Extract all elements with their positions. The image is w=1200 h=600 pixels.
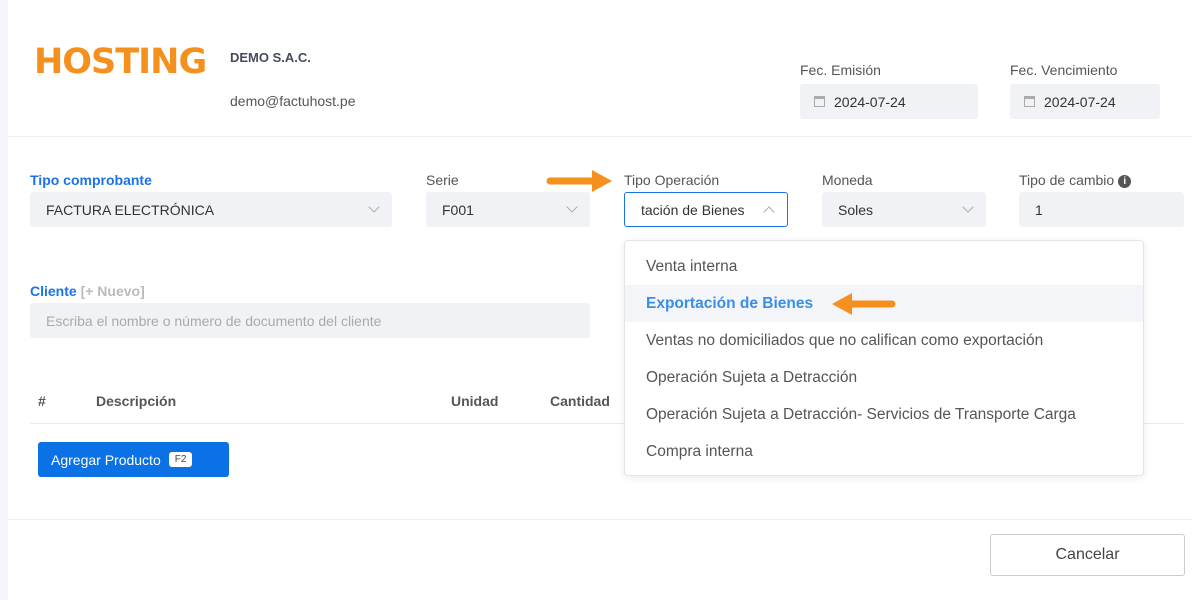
tipo-cambio-label: Tipo de cambio	[1019, 172, 1115, 188]
cliente-search-input[interactable]	[30, 303, 590, 338]
cliente-label-group: Cliente [+ Nuevo]	[30, 283, 145, 299]
tipo-comprobante-value: FACTURA ELECTRÓNICA	[46, 201, 215, 218]
column-header-unidad: Unidad	[451, 393, 499, 409]
chevron-down-icon	[368, 201, 380, 213]
dropdown-option-compra-interna[interactable]: Compra interna	[625, 433, 1143, 470]
moneda-select[interactable]: Soles	[822, 192, 986, 227]
company-name: DEMO S.A.C.	[230, 50, 311, 65]
cancel-button[interactable]: Cancelar	[990, 534, 1185, 576]
add-product-label: Agregar Producto	[51, 451, 161, 468]
annotation-arrow-icon	[546, 170, 612, 192]
dropdown-option-no-domiciliados[interactable]: Ventas no domiciliados que no califican …	[625, 322, 1143, 359]
company-logo: HOSTING	[34, 42, 207, 82]
fec-emision-label: Fec. Emisión	[800, 62, 881, 78]
tipo-comprobante-select[interactable]: FACTURA ELECTRÓNICA	[30, 192, 392, 227]
fec-vencimiento-label: Fec. Vencimiento	[1010, 62, 1118, 78]
company-email: demo@factuhost.pe	[230, 93, 356, 109]
chevron-up-icon	[763, 206, 775, 218]
tipo-operacion-dropdown: Venta interna Exportación de Bienes Vent…	[624, 240, 1144, 476]
dropdown-option-venta-interna[interactable]: Venta interna	[625, 248, 1143, 285]
fec-vencimiento-group: Fec. Vencimiento 2024-07-24	[1010, 62, 1160, 119]
column-header-number: #	[38, 393, 46, 409]
add-product-button[interactable]: Agregar Producto F2	[38, 442, 229, 477]
info-icon[interactable]: i	[1118, 174, 1132, 188]
footer-divider	[8, 519, 1192, 520]
chevron-down-icon	[566, 201, 578, 213]
tipo-cambio-value: 1	[1035, 201, 1043, 218]
fec-emision-group: Fec. Emisión 2024-07-24	[800, 62, 978, 119]
fec-emision-value: 2024-07-24	[834, 93, 906, 110]
tipo-operacion-label: Tipo Operación	[624, 172, 720, 188]
tipo-operacion-value: tación de Bienes	[641, 201, 745, 218]
tipo-comprobante-label: Tipo comprobante	[30, 172, 152, 188]
moneda-value: Soles	[838, 201, 874, 218]
fec-emision-field[interactable]: 2024-07-24	[800, 84, 978, 119]
moneda-label: Moneda	[822, 172, 873, 188]
tipo-cambio-input[interactable]: 1	[1019, 192, 1184, 227]
nuevo-cliente-link[interactable]: [+ Nuevo]	[81, 283, 145, 299]
dropdown-option-detraccion[interactable]: Operación Sujeta a Detracción	[625, 359, 1143, 396]
serie-select[interactable]: F001	[426, 192, 590, 227]
tipo-operacion-select[interactable]: tación de Bienes	[624, 192, 788, 227]
fec-vencimiento-field[interactable]: 2024-07-24	[1010, 84, 1160, 119]
serie-label: Serie	[426, 172, 459, 188]
left-edge-strip	[0, 0, 8, 600]
cliente-label: Cliente	[30, 283, 77, 299]
shortcut-badge: F2	[168, 452, 193, 467]
column-header-cantidad: Cantidad	[550, 393, 610, 409]
fec-vencimiento-value: 2024-07-24	[1044, 93, 1116, 110]
dropdown-option-detraccion-transporte[interactable]: Operación Sujeta a Detracción- Servicios…	[625, 396, 1143, 433]
chevron-down-icon	[962, 201, 974, 213]
calendar-icon	[1024, 96, 1035, 107]
serie-value: F001	[442, 201, 474, 218]
invoice-header: HOSTING DEMO S.A.C. demo@factuhost.pe Fe…	[8, 0, 1192, 137]
column-header-descripcion: Descripción	[96, 393, 177, 409]
annotation-arrow-icon	[832, 293, 896, 315]
calendar-icon	[814, 96, 825, 107]
tipo-cambio-label-group: Tipo de cambio i	[1019, 172, 1132, 188]
